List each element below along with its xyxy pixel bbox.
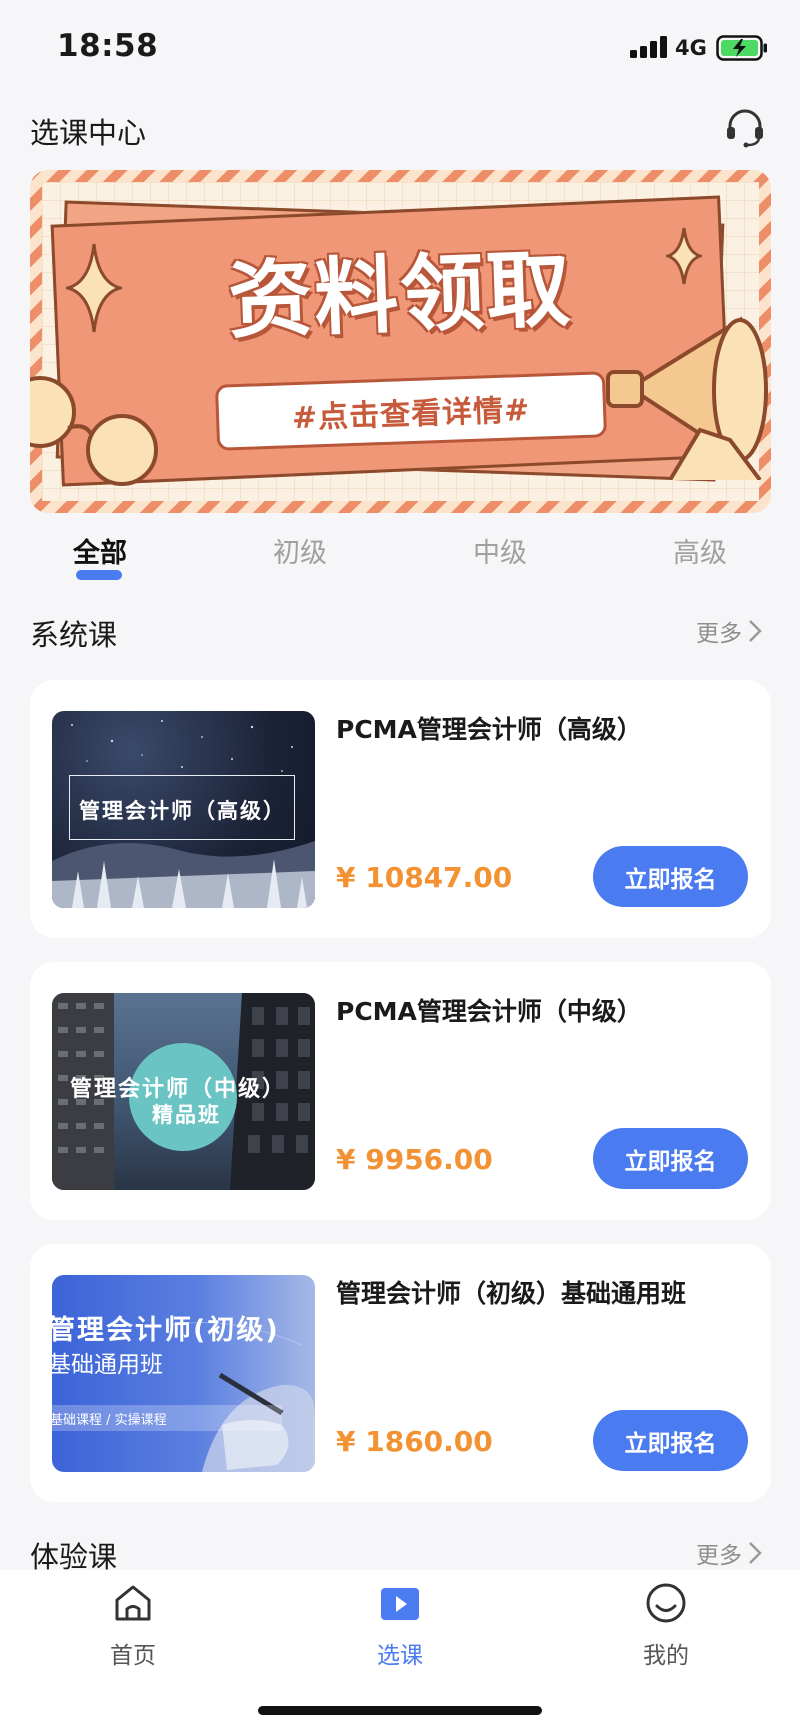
course-name: PCMA管理会计师（中级）: [336, 997, 642, 1026]
course-price: ¥ 10847.00: [336, 861, 513, 894]
enroll-button[interactable]: 立即报名: [593, 1128, 748, 1189]
course-thumbnail: 管理会计师（中级） 精品班: [52, 993, 315, 1190]
more-link-trial[interactable]: 更多: [696, 1536, 762, 1570]
enroll-button[interactable]: 立即报名: [593, 846, 748, 907]
more-label: 更多: [696, 1543, 742, 1569]
thumbnail-caption-sub: 精品班: [152, 1103, 221, 1127]
nav-label-home: 首页: [110, 1643, 156, 1669]
play-icon: [381, 1588, 419, 1620]
enroll-button[interactable]: 立即报名: [593, 1410, 748, 1471]
course-name: 管理会计师（初级）基础通用班: [336, 1279, 687, 1308]
course-name: PCMA管理会计师（高级）: [336, 715, 642, 744]
tab-beginner[interactable]: 初级: [240, 531, 360, 570]
thumbnail-tags: 基础课程 / 实操课程: [52, 1413, 167, 1428]
chevron-right-icon: [749, 1542, 762, 1564]
course-price: ¥ 9956.00: [336, 1143, 493, 1176]
nav-item-home[interactable]: 首页: [73, 1582, 193, 1670]
nav-label-profile: 我的: [643, 1643, 689, 1669]
home-indicator: [258, 1706, 542, 1715]
nav-label-courses: 选课: [377, 1643, 423, 1669]
tab-all[interactable]: 全部: [40, 531, 160, 570]
more-label: 更多: [696, 621, 742, 647]
status-bar: 18:58 4G: [0, 0, 800, 96]
thumbnail-caption: 管理会计师（高级）: [79, 799, 286, 823]
section-title-system: 系统课: [30, 618, 118, 652]
more-link-system[interactable]: 更多: [696, 614, 762, 648]
signal-icon: [630, 36, 668, 58]
nav-item-profile[interactable]: 我的: [606, 1582, 726, 1670]
tab-intermediate[interactable]: 中级: [440, 531, 560, 570]
course-card[interactable]: 管理会计师（高级） PCMA管理会计师（高级） ¥ 10847.00 立即报名: [30, 680, 771, 938]
level-tabs: 全部 初级 中级 高级: [0, 525, 800, 585]
course-card[interactable]: 管理会计师(初级) 基础通用班 基础课程 / 实操课程 管理会计师（初级）基础通…: [30, 1244, 771, 1502]
nav-item-courses[interactable]: 选课: [340, 1582, 460, 1670]
home-icon: [115, 1585, 151, 1621]
tab-advanced[interactable]: 高级: [640, 531, 760, 570]
glasses-icon: [30, 376, 158, 486]
status-time: 18:58: [57, 28, 159, 64]
headset-icon[interactable]: [724, 106, 766, 148]
course-thumbnail: 管理会计师（高级）: [52, 711, 315, 908]
chevron-right-icon: [749, 620, 762, 642]
course-thumbnail: 管理会计师(初级) 基础通用班 基础课程 / 实操课程: [52, 1275, 315, 1472]
thumbnail-caption: 管理会计师(初级): [52, 1315, 280, 1346]
course-price: ¥ 1860.00: [336, 1425, 493, 1458]
banner-subtitle[interactable]: #点击查看详情#: [214, 371, 608, 451]
profile-icon: [646, 1583, 686, 1623]
thumbnail-caption-sub: 基础通用班: [52, 1352, 163, 1378]
course-card[interactable]: 管理会计师（中级） 精品班 PCMA管理会计师（中级） ¥ 9956.00 立即…: [30, 962, 771, 1220]
network-label: 4G: [675, 36, 707, 60]
tab-indicator: [76, 570, 122, 580]
page-title: 选课中心: [30, 116, 147, 150]
battery-charging-icon: [716, 35, 767, 61]
